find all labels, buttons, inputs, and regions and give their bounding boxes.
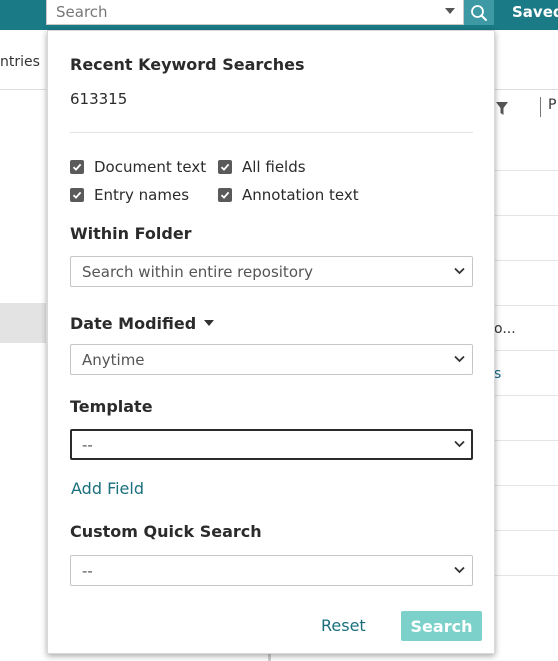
checkmark-icon [72, 191, 82, 199]
template-label: Template [70, 397, 153, 416]
checkbox-label: Entry names [94, 186, 190, 204]
select-value: -- [82, 436, 93, 454]
checkbox-all-fields[interactable]: All fields [218, 158, 306, 176]
search-placeholder: Search [56, 3, 108, 21]
checkmark-icon [220, 163, 230, 171]
custom-quick-search-label: Custom Quick Search [70, 522, 262, 541]
recent-searches-heading: Recent Keyword Searches [70, 55, 305, 74]
date-modified-label: Date Modified [70, 314, 197, 333]
select-value: Search within entire repository [82, 263, 314, 281]
search-submit-button[interactable]: Search [401, 611, 482, 641]
within-folder-label: Within Folder [70, 224, 192, 243]
checkbox-label: All fields [242, 158, 306, 176]
chevron-down-icon [454, 355, 465, 363]
row-divider [494, 260, 558, 261]
caret-down-icon [204, 319, 215, 326]
divider [70, 132, 473, 133]
checkbox[interactable] [218, 188, 232, 202]
checkbox-label: Annotation text [242, 186, 359, 204]
add-field-link[interactable]: Add Field [71, 479, 144, 498]
column-separator[interactable] [540, 97, 541, 117]
checkbox-label: Document text [94, 158, 207, 176]
checkbox[interactable] [70, 160, 84, 174]
checkbox-document-text[interactable]: Document text [70, 158, 206, 176]
checkmark-icon [220, 191, 230, 199]
chevron-down-icon [454, 267, 465, 275]
chevron-down-icon [454, 440, 465, 448]
global-search-input[interactable]: Search [46, 0, 464, 25]
advanced-search-panel: Recent Keyword Searches 613315 Document … [47, 30, 495, 654]
row-divider [494, 485, 558, 486]
select-value: -- [82, 562, 93, 580]
date-modified-toggle[interactable]: Date Modified [70, 314, 215, 333]
row-divider [494, 170, 558, 171]
selected-tree-item[interactable] [0, 303, 46, 343]
row-divider [494, 350, 558, 351]
date-modified-select[interactable]: Anytime [70, 344, 473, 375]
checkbox-annotation-text[interactable]: Annotation text [218, 186, 359, 204]
divider [0, 89, 46, 90]
column-header[interactable]: P [548, 97, 556, 113]
divider [494, 89, 558, 90]
row-divider [494, 575, 558, 576]
checkbox-entry-names[interactable]: Entry names [70, 186, 189, 204]
caret-down-icon[interactable] [445, 8, 455, 14]
row-divider [494, 530, 558, 531]
filter-icon[interactable] [496, 100, 508, 119]
row-divider [494, 440, 558, 441]
search-icon [471, 4, 487, 21]
custom-quick-search-select[interactable]: -- [70, 555, 473, 586]
row-divider [494, 305, 558, 306]
row-divider [494, 395, 558, 396]
table-cell-link[interactable]: s [494, 366, 501, 382]
within-folder-select[interactable]: Search within entire repository [70, 256, 473, 287]
checkbox[interactable] [218, 160, 232, 174]
chevron-down-icon [454, 566, 465, 574]
tab-entries[interactable]: ntries [0, 54, 40, 70]
reset-button[interactable]: Reset [321, 616, 366, 635]
checkmark-icon [72, 163, 82, 171]
search-button[interactable] [464, 0, 494, 25]
checkbox[interactable] [70, 188, 84, 202]
saved-searches-button[interactable]: Saved [512, 3, 558, 21]
row-divider [494, 215, 558, 216]
recent-search-item[interactable]: 613315 [70, 90, 127, 108]
table-cell[interactable]: o... [494, 321, 516, 337]
template-select[interactable]: -- [70, 429, 473, 460]
select-value: Anytime [82, 351, 145, 369]
